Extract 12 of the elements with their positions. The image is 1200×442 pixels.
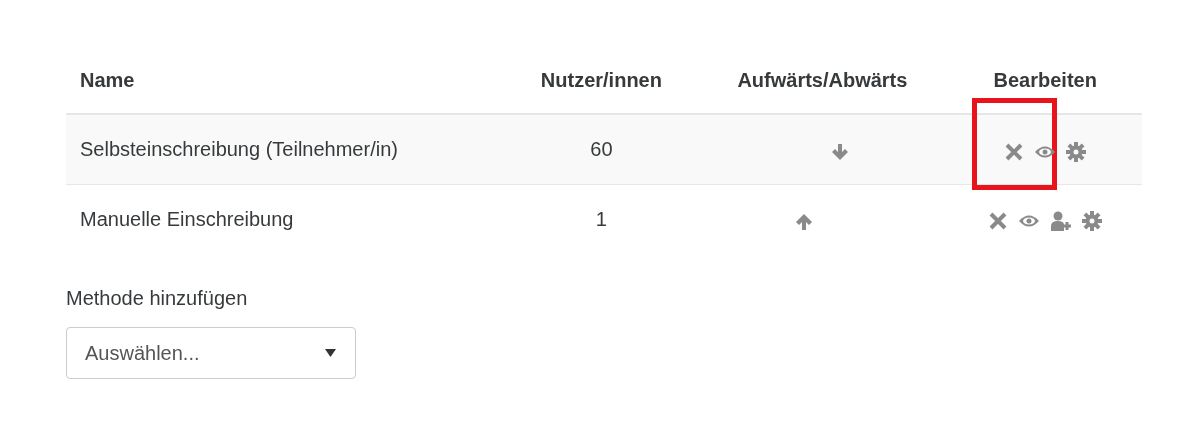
table-cell: 60 [506,114,697,185]
field-label: Methode hinzufügen [66,286,249,312]
table-cell: 1 [506,184,697,254]
close-icon[interactable] [988,211,1009,232]
table-cell: Selbsteinschreibung (Teilnehmer/in) [66,114,507,185]
user-plus-icon[interactable] [1050,211,1073,232]
arrow-down-icon[interactable] [830,142,851,163]
close-icon[interactable] [1004,141,1025,162]
table-cell: Manuelle Einschreibung [66,184,507,254]
arrow-up-icon[interactable] [794,211,815,232]
method-select[interactable]: Auswählen... [66,327,356,380]
caret-icon [325,348,337,359]
